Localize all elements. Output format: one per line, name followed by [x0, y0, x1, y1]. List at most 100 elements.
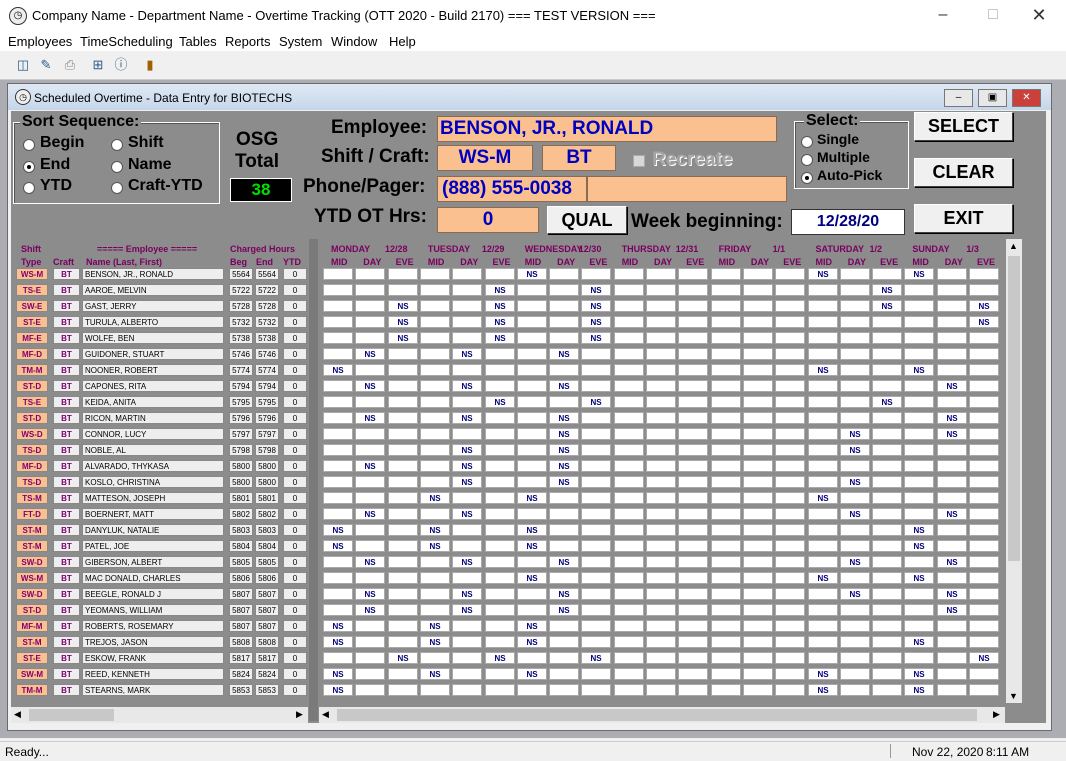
ot-cell[interactable] — [388, 460, 418, 472]
ytd-ot-field[interactable]: 0 — [437, 207, 539, 233]
ot-cell[interactable]: NS — [420, 620, 450, 632]
ot-cell[interactable]: NS — [388, 652, 418, 664]
ot-cell[interactable] — [775, 684, 805, 696]
ot-cell[interactable] — [743, 316, 773, 328]
vertical-scrollbar[interactable]: ▲ ▼ — [1006, 239, 1022, 703]
ot-cell[interactable] — [323, 412, 353, 424]
ot-cell[interactable] — [388, 524, 418, 536]
ot-cell[interactable] — [485, 348, 515, 360]
ot-cell[interactable]: NS — [937, 412, 967, 424]
ot-cell[interactable] — [904, 300, 934, 312]
ot-cell[interactable] — [711, 540, 741, 552]
ot-cell[interactable] — [485, 460, 515, 472]
ot-cell[interactable]: NS — [808, 364, 838, 376]
ot-cell[interactable] — [775, 540, 805, 552]
ot-cell[interactable] — [711, 380, 741, 392]
ot-cell[interactable]: NS — [355, 348, 385, 360]
ot-cell[interactable] — [452, 316, 482, 328]
ot-cell[interactable] — [646, 668, 676, 680]
ot-cell[interactable]: NS — [969, 652, 999, 664]
menu-tables[interactable]: Tables — [179, 34, 217, 49]
select-radio-auto-pick[interactable] — [801, 172, 813, 184]
craft-cell[interactable]: BT — [53, 428, 80, 440]
ot-cell[interactable] — [743, 556, 773, 568]
ot-cell[interactable] — [904, 460, 934, 472]
minimize-icon[interactable]: – — [920, 0, 966, 30]
app-clock-icon[interactable]: ◷ — [9, 7, 27, 25]
ot-cell[interactable] — [549, 684, 579, 696]
ot-cell[interactable]: NS — [452, 348, 482, 360]
craft-cell[interactable]: BT — [53, 444, 80, 456]
ot-cell[interactable] — [969, 588, 999, 600]
sort-radio-end[interactable] — [23, 161, 35, 173]
ot-cell[interactable] — [323, 508, 353, 520]
ot-cell[interactable]: NS — [872, 284, 902, 296]
ot-cell[interactable] — [581, 620, 611, 632]
ot-cell[interactable] — [743, 428, 773, 440]
ot-cell[interactable] — [420, 476, 450, 488]
left-horizontal-scrollbar[interactable]: ◀ ▶ — [11, 707, 308, 723]
ot-cell[interactable] — [388, 284, 418, 296]
ot-cell[interactable] — [775, 428, 805, 440]
ot-cell[interactable] — [711, 268, 741, 280]
ot-cell[interactable] — [743, 684, 773, 696]
table-row[interactable]: TM-M BT NOONER, ROBERT 5774 5774 0 NS NS NS — [11, 364, 1001, 376]
ot-cell[interactable] — [969, 540, 999, 552]
ot-cell[interactable]: NS — [517, 492, 547, 504]
employee-name-cell[interactable]: YEOMANS, WILLIAM — [82, 604, 224, 616]
ot-cell[interactable] — [646, 284, 676, 296]
ot-cell[interactable] — [614, 396, 644, 408]
ot-cell[interactable] — [614, 316, 644, 328]
ot-cell[interactable] — [743, 588, 773, 600]
ot-cell[interactable] — [420, 332, 450, 344]
exit-button[interactable]: EXIT — [914, 204, 1013, 233]
ot-cell[interactable]: NS — [969, 300, 999, 312]
ot-cell[interactable] — [711, 300, 741, 312]
ot-cell[interactable] — [646, 348, 676, 360]
table-row[interactable]: TS-E BT AAROE, MELVIN 5722 5722 0 NS NS NS — [11, 284, 1001, 296]
table-row[interactable]: TS-D BT NOBLE, AL 5798 5798 0 NS NS NS — [11, 444, 1001, 456]
select-button[interactable]: SELECT — [914, 112, 1013, 141]
ot-cell[interactable] — [646, 380, 676, 392]
left-horizontal-thumb[interactable] — [29, 709, 114, 721]
ot-cell[interactable] — [743, 300, 773, 312]
ot-cell[interactable]: NS — [904, 540, 934, 552]
craft-cell[interactable]: BT — [53, 380, 80, 392]
ot-cell[interactable] — [711, 588, 741, 600]
employee-name-cell[interactable]: ESKOW, FRANK — [82, 652, 224, 664]
ot-cell[interactable] — [420, 428, 450, 440]
sort-radio-begin[interactable] — [23, 139, 35, 151]
ot-cell[interactable] — [420, 364, 450, 376]
menu-help[interactable]: Help — [389, 34, 416, 49]
ot-cell[interactable] — [388, 604, 418, 616]
ot-cell[interactable] — [711, 348, 741, 360]
ot-cell[interactable]: NS — [904, 268, 934, 280]
ot-cell[interactable]: NS — [388, 332, 418, 344]
ot-cell[interactable] — [872, 444, 902, 456]
shift-type-cell[interactable]: SW-M — [16, 668, 48, 680]
ot-cell[interactable] — [872, 412, 902, 424]
ot-cell[interactable] — [872, 332, 902, 344]
ot-cell[interactable] — [581, 492, 611, 504]
ot-cell[interactable] — [743, 620, 773, 632]
ot-cell[interactable] — [517, 652, 547, 664]
ot-cell[interactable]: NS — [808, 684, 838, 696]
ot-cell[interactable] — [549, 540, 579, 552]
ot-cell[interactable] — [711, 668, 741, 680]
ot-cell[interactable] — [840, 268, 870, 280]
ot-cell[interactable] — [775, 668, 805, 680]
ot-cell[interactable] — [355, 396, 385, 408]
ot-cell[interactable] — [452, 268, 482, 280]
ot-cell[interactable] — [872, 460, 902, 472]
ot-cell[interactable] — [517, 508, 547, 520]
ot-cell[interactable] — [485, 572, 515, 584]
ot-cell[interactable] — [840, 284, 870, 296]
ot-cell[interactable]: NS — [517, 620, 547, 632]
ot-cell[interactable]: NS — [549, 604, 579, 616]
ot-cell[interactable] — [872, 652, 902, 664]
ot-cell[interactable] — [678, 620, 708, 632]
ot-cell[interactable] — [452, 364, 482, 376]
ot-cell[interactable]: NS — [840, 556, 870, 568]
ot-cell[interactable] — [549, 652, 579, 664]
ot-cell[interactable] — [678, 460, 708, 472]
